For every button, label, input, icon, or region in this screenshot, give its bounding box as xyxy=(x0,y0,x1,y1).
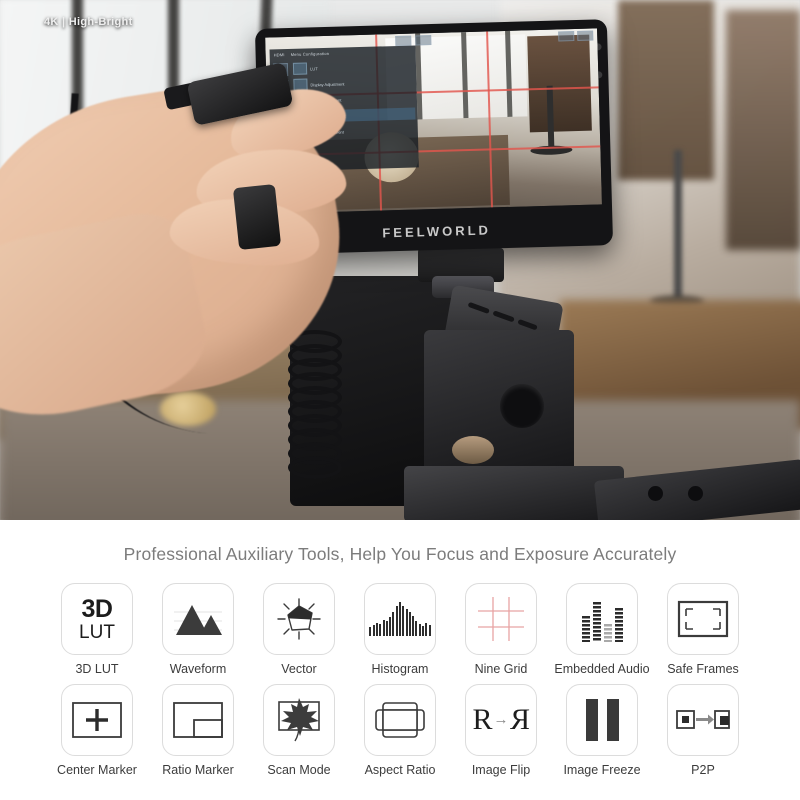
osd-chip xyxy=(558,31,575,42)
feature-label: Histogram xyxy=(371,662,429,676)
aspect-ratio-icon[interactable] xyxy=(364,684,436,756)
preview-cabinet xyxy=(527,34,592,133)
flip-glyph-mirrored: R xyxy=(509,703,530,736)
high-bright-overlay-label: 4K | High-Bright xyxy=(44,16,133,28)
feature-ratio-marker[interactable]: Ratio Marker xyxy=(148,684,249,777)
center-marker-icon[interactable] xyxy=(61,684,133,756)
osd-tab-hdmi[interactable]: HDMI xyxy=(274,52,285,57)
feature-image-flip[interactable]: R → R Image Flip xyxy=(451,684,552,777)
scan-mode-icon[interactable] xyxy=(263,684,335,756)
osd-item-label: Display Adjustment xyxy=(310,80,345,87)
feature-embedded-audio[interactable]: Embedded Audio xyxy=(552,583,653,676)
p2p-icon[interactable] xyxy=(667,684,739,756)
wooden-shelf xyxy=(618,0,714,180)
feature-label: P2P xyxy=(691,763,715,777)
product-photo: HDMI Menu Configuration LUT Display Adju… xyxy=(0,0,800,520)
feature-p2p[interactable]: P2P xyxy=(653,684,754,777)
histogram-icon[interactable] xyxy=(364,583,436,655)
feature-waveform[interactable]: Waveform xyxy=(148,583,249,676)
feature-label: Safe Frames xyxy=(667,662,739,676)
cage-lens-hole xyxy=(500,384,544,428)
features-title: Professional Auxiliary Tools, Help You F… xyxy=(123,544,677,564)
feature-label: Nine Grid xyxy=(474,662,528,676)
features-grid: 3D LUT 3D LUT Waveform Vector Histogram … xyxy=(0,583,800,777)
feature-label: Waveform xyxy=(169,662,227,676)
osd-tab-menu-configuration[interactable]: Menu Configuration xyxy=(291,51,330,57)
feature-aspect-ratio[interactable]: Aspect Ratio xyxy=(350,684,451,777)
3d-lut-text-top: 3D xyxy=(81,594,113,623)
image-flip-icon[interactable]: R → R xyxy=(465,684,537,756)
flip-arrow-icon: → xyxy=(493,711,509,728)
feature-label: Ratio Marker xyxy=(162,763,234,777)
features-row: 3D LUT 3D LUT Waveform Vector Histogram … xyxy=(0,583,800,676)
feature-label: 3D LUT xyxy=(75,662,119,676)
nine-grid-icon[interactable] xyxy=(465,583,537,655)
floor-lamp-pole xyxy=(674,150,682,300)
feature-center-marker[interactable]: Center Marker xyxy=(47,684,148,777)
feature-label: Scan Mode xyxy=(267,763,331,777)
vector-icon[interactable] xyxy=(263,583,335,655)
osd-top-chips xyxy=(395,35,432,47)
osd-menu-item[interactable]: LUT xyxy=(292,60,414,75)
feature-label: Embedded Audio xyxy=(554,662,650,676)
rail-hole xyxy=(648,486,663,501)
features-row: Center Marker Ratio Marker Scan Mode Asp… xyxy=(0,684,800,777)
feature-image-freeze[interactable]: Image Freeze xyxy=(552,684,653,777)
embedded-audio-icon[interactable] xyxy=(566,583,638,655)
feature-nine-grid[interactable]: Nine Grid xyxy=(451,583,552,676)
osd-item-icon xyxy=(292,62,308,75)
rig-base-plate xyxy=(404,466,624,520)
features-section: Professional Auxiliary Tools, Help You F… xyxy=(0,520,800,800)
osd-chip xyxy=(577,30,594,41)
coiled-cable xyxy=(286,330,342,480)
feature-label: Image Flip xyxy=(471,763,531,777)
feature-histogram[interactable]: Histogram xyxy=(350,583,451,676)
audio-level-bars xyxy=(581,596,623,642)
feature-scan-mode[interactable]: Scan Mode xyxy=(249,684,350,777)
feature-label: Aspect Ratio xyxy=(364,763,436,777)
rail-hole xyxy=(688,486,703,501)
osd-chip[interactable] xyxy=(395,35,412,47)
3d-lut-text-bottom: LUT xyxy=(79,621,115,643)
histogram-bars xyxy=(369,602,431,636)
image-freeze-icon[interactable] xyxy=(566,684,638,756)
pause-bars xyxy=(585,699,619,741)
flip-glyph-original: R xyxy=(472,703,493,736)
3d-lut-icon[interactable]: 3D LUT xyxy=(61,583,133,655)
feature-vector[interactable]: Vector xyxy=(249,583,350,676)
camera-cage xyxy=(424,330,574,480)
cage-thumb-screw xyxy=(452,436,494,464)
wooden-shelf xyxy=(726,10,800,250)
safe-frames-icon[interactable] xyxy=(667,583,739,655)
feature-label: Vector xyxy=(281,662,317,676)
feature-3d-lut[interactable]: 3D LUT 3D LUT xyxy=(47,583,148,676)
feature-safe-frames[interactable]: Safe Frames xyxy=(653,583,754,676)
feature-label: Image Freeze xyxy=(563,763,641,777)
osd-status-chips xyxy=(558,30,594,42)
feature-label: Center Marker xyxy=(57,763,137,777)
waveform-icon[interactable] xyxy=(162,583,234,655)
osd-item-label: LUT xyxy=(309,65,318,71)
hdmi-port-connector xyxy=(232,183,282,251)
ratio-marker-icon[interactable] xyxy=(162,684,234,756)
osd-chip[interactable] xyxy=(415,35,432,46)
product-feature-page: HDMI Menu Configuration LUT Display Adju… xyxy=(0,0,800,800)
